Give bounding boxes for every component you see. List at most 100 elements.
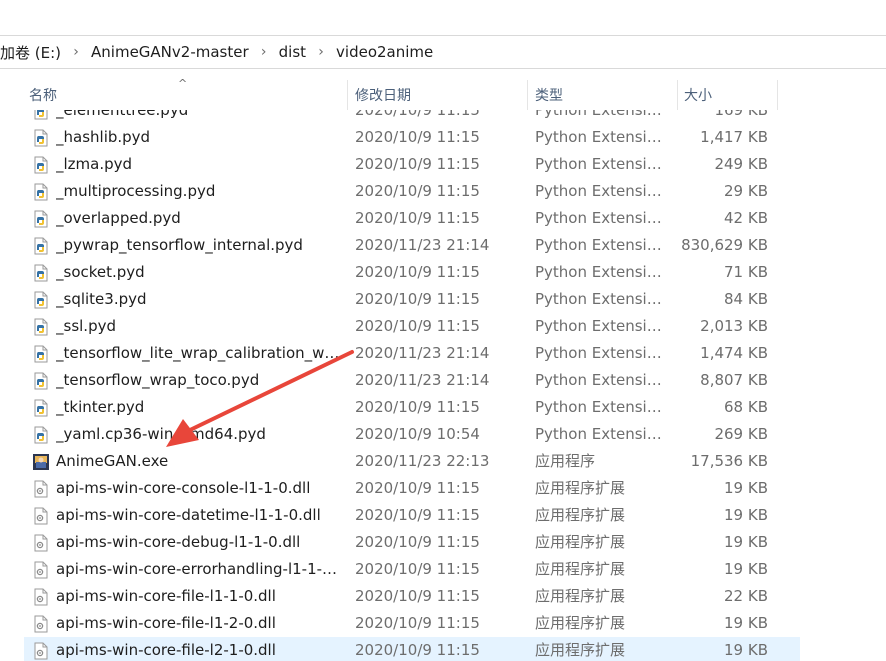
file-size: 1,474 KB (700, 344, 768, 362)
breadcrumb-video2anime[interactable]: video2anime (334, 43, 435, 61)
file-modified-date: 2020/10/9 11:15 (355, 398, 480, 416)
file-name: api-ms-win-core-file-l1-1-0.dll (56, 587, 276, 605)
file-size: 269 KB (714, 425, 768, 443)
file-row[interactable]: AnimeGAN.exe 2020/11/23 22:13 应用程序 17,536 K… (0, 448, 886, 475)
file-modified-date: 2020/10/9 11:15 (355, 209, 480, 227)
file-name: api-ms-win-core-file-l2-1-0.dll (56, 641, 276, 659)
file-row[interactable]: _tensorflow_wrap_toco.pyd 2020/11/23 21:1… (0, 367, 886, 394)
file-type: 应用程序扩展 (535, 506, 626, 524)
file-modified-date: 2020/10/9 11:15 (355, 290, 480, 308)
file-type: Python Extension Module (535, 317, 667, 335)
column-divider[interactable] (527, 80, 528, 110)
breadcrumb-separator-icon: › (260, 44, 267, 60)
file-name: api-ms-win-core-file-l1-2-0.dll (56, 614, 276, 632)
file-row[interactable]: _pywrap_tensorflow_internal.pyd 2020/11/2… (0, 232, 886, 259)
file-row[interactable]: _overlapped.pyd 2020/10/9 11:15 Python Ext… (0, 205, 886, 232)
column-header-name[interactable]: 名称 (29, 80, 343, 110)
column-divider[interactable] (677, 80, 678, 110)
column-header-bar: ^ 名称 修改日期 类型 大小 (0, 77, 886, 110)
dll-file-icon (32, 534, 50, 552)
file-row[interactable]: api-ms-win-core-file-l2-1-0.dll 2020/10/9… (0, 637, 886, 661)
file-name: _yaml.cp36-win_amd64.pyd (56, 425, 266, 443)
file-type: 应用程序扩展 (535, 533, 626, 551)
file-type: Python Extension Module (535, 344, 667, 362)
file-type: 应用程序 (535, 452, 596, 470)
python-file-icon (32, 426, 50, 444)
column-header-size[interactable]: 大小 (684, 80, 774, 110)
python-file-icon (32, 372, 50, 390)
file-size: 19 KB (724, 641, 768, 659)
file-modified-date: 2020/10/9 11:15 (355, 128, 480, 146)
file-modified-date: 2020/10/9 11:15 (355, 506, 480, 524)
file-size: 8,807 KB (700, 371, 768, 389)
python-file-icon (32, 183, 50, 201)
file-type: Python Extension Module (535, 263, 667, 281)
file-modified-date: 2020/10/9 10:54 (355, 425, 480, 443)
file-row[interactable]: _multiprocessing.pyd 2020/10/9 11:15 Pytho… (0, 178, 886, 205)
file-name: api-ms-win-core-console-l1-1-0.dll (56, 479, 311, 497)
file-modified-date: 2020/10/9 11:15 (355, 110, 480, 119)
file-size: 71 KB (724, 263, 768, 281)
file-list: _elementtree.pyd 2020/10/9 11:15 Python Ex… (0, 110, 886, 661)
file-row[interactable]: _tkinter.pyd 2020/10/9 11:15 Python Extens… (0, 394, 886, 421)
file-row[interactable]: _hashlib.pyd 2020/10/9 11:15 Python Extens… (0, 124, 886, 151)
file-type: Python Extension Module (535, 209, 667, 227)
file-size: 42 KB (724, 209, 768, 227)
file-row[interactable]: api-ms-win-core-errorhandling-l1-1-0.dll… (0, 556, 886, 583)
file-row[interactable]: _elementtree.pyd 2020/10/9 11:15 Python Ex… (0, 110, 886, 124)
dll-file-icon (32, 642, 50, 660)
file-size: 1,417 KB (700, 128, 768, 146)
file-name: _tensorflow_lite_wrap_calibration_wrappe… (56, 344, 340, 362)
file-row[interactable]: api-ms-win-core-file-l1-2-0.dll 2020/10/9… (0, 610, 886, 637)
file-row[interactable]: api-ms-win-core-console-l1-1-0.dll 2020/1… (0, 475, 886, 502)
file-name: api-ms-win-core-errorhandling-l1-1-0.dll (56, 560, 340, 578)
file-type: Python Extension Module (535, 182, 667, 200)
file-type: Python Extension Module (535, 290, 667, 308)
file-size: 22 KB (724, 587, 768, 605)
file-name: _multiprocessing.pyd (56, 182, 216, 200)
breadcrumb-dist[interactable]: dist (277, 43, 308, 61)
file-modified-date: 2020/10/9 11:15 (355, 155, 480, 173)
column-header-type[interactable]: 类型 (535, 80, 675, 110)
file-name: _overlapped.pyd (56, 209, 181, 227)
breadcrumb-animeganv2-master[interactable]: AnimeGANv2-master (89, 43, 251, 61)
column-header-date[interactable]: 修改日期 (355, 80, 523, 110)
file-row[interactable]: api-ms-win-core-file-l1-1-0.dll 2020/10/9… (0, 583, 886, 610)
python-file-icon (32, 264, 50, 282)
file-name: _pywrap_tensorflow_internal.pyd (56, 236, 303, 254)
python-file-icon (32, 210, 50, 228)
python-file-icon (32, 345, 50, 363)
file-modified-date: 2020/10/9 11:15 (355, 479, 480, 497)
file-size: 169 KB (714, 110, 768, 119)
file-type: 应用程序扩展 (535, 479, 626, 497)
file-type: 应用程序扩展 (535, 641, 626, 659)
file-modified-date: 2020/10/9 11:15 (355, 614, 480, 632)
file-row[interactable]: _ssl.pyd 2020/10/9 11:15 Python Extension … (0, 313, 886, 340)
file-type: 应用程序扩展 (535, 560, 626, 578)
file-modified-date: 2020/11/23 21:14 (355, 371, 490, 389)
file-size: 19 KB (724, 560, 768, 578)
file-name: _sqlite3.pyd (56, 290, 147, 308)
file-modified-date: 2020/10/9 11:15 (355, 641, 480, 659)
file-row[interactable]: _lzma.pyd 2020/10/9 11:15 Python Extension… (0, 151, 886, 178)
file-type: Python Extension Module (535, 398, 667, 416)
file-modified-date: 2020/11/23 21:14 (355, 236, 490, 254)
dll-file-icon (32, 615, 50, 633)
python-file-icon (32, 399, 50, 417)
file-type: Python Extension Module (535, 425, 667, 443)
breadcrumb-drive[interactable]: 加卷 (E:) (0, 42, 63, 63)
file-rows: _elementtree.pyd 2020/10/9 11:15 Python Ex… (0, 110, 886, 661)
file-modified-date: 2020/10/9 11:15 (355, 560, 480, 578)
file-row[interactable]: _yaml.cp36-win_amd64.pyd 2020/10/9 10:54 P… (0, 421, 886, 448)
file-row[interactable]: _sqlite3.pyd 2020/10/9 11:15 Python Extens… (0, 286, 886, 313)
file-row[interactable]: _socket.pyd 2020/10/9 11:15 Python Extensi… (0, 259, 886, 286)
column-divider[interactable] (347, 80, 348, 110)
file-type: Python Extension Module (535, 155, 667, 173)
file-type: Python Extension Module (535, 110, 667, 119)
file-row[interactable]: api-ms-win-core-debug-l1-1-0.dll 2020/10/… (0, 529, 886, 556)
file-row[interactable]: api-ms-win-core-datetime-l1-1-0.dll 2020/… (0, 502, 886, 529)
column-divider[interactable] (777, 80, 778, 110)
file-size: 19 KB (724, 506, 768, 524)
address-bar[interactable]: 加卷 (E:) › AnimeGANv2-master › dist › vid… (0, 35, 886, 69)
file-row[interactable]: _tensorflow_lite_wrap_calibration_wrappe… (0, 340, 886, 367)
